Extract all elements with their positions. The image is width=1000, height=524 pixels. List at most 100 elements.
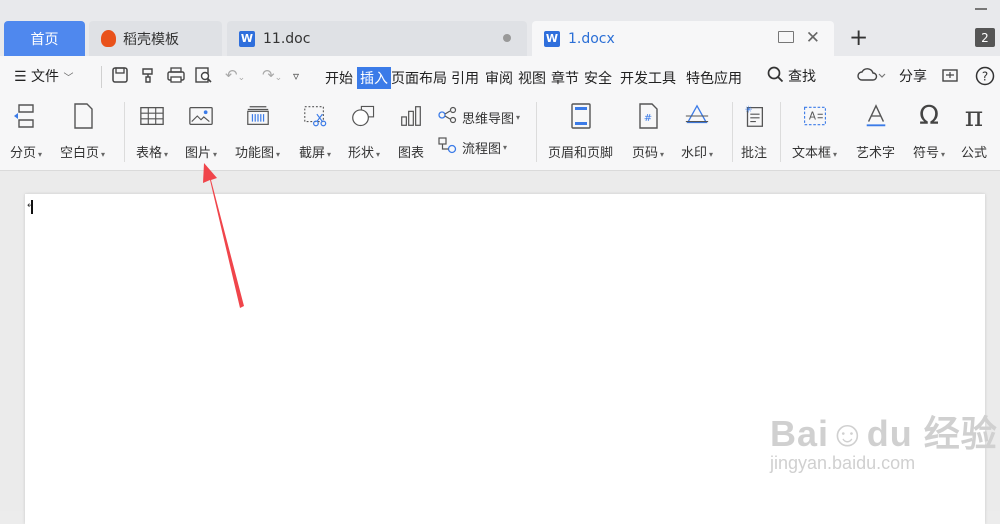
baidu-watermark: Bai☺du 经验 jingyan.baidu.com bbox=[770, 405, 998, 474]
divider bbox=[732, 102, 733, 162]
divider bbox=[124, 102, 125, 162]
monitor-icon[interactable] bbox=[778, 31, 794, 43]
header-footer-label: 页眉和页脚 bbox=[548, 146, 614, 161]
comment-icon: ✳ bbox=[741, 102, 767, 130]
daoke-logo-icon bbox=[101, 30, 116, 47]
svg-text:#: # bbox=[644, 113, 652, 124]
bar-chart-icon bbox=[398, 102, 424, 130]
tab-label: 11.doc bbox=[263, 30, 311, 47]
textbox-icon: A bbox=[802, 102, 828, 130]
file-menu[interactable]: ☰ 文件 ﹀ bbox=[14, 66, 73, 86]
page-number-button[interactable]: # 页码 ▾ bbox=[632, 102, 664, 161]
new-tab-button[interactable]: + bbox=[849, 25, 868, 51]
minimize-icon[interactable] bbox=[975, 8, 987, 10]
formula-button[interactable]: π 公式 bbox=[961, 100, 988, 162]
tab-home[interactable]: 首页 bbox=[4, 21, 85, 56]
watermark-icon bbox=[684, 102, 710, 130]
word-art-icon bbox=[863, 102, 889, 130]
format-painter-icon[interactable] bbox=[139, 66, 157, 88]
collapse-ribbon-icon[interactable] bbox=[940, 66, 960, 88]
flowchart-icon bbox=[437, 136, 459, 158]
menu-tab-6[interactable]: 章节 bbox=[551, 68, 579, 88]
print-icon[interactable] bbox=[166, 66, 186, 88]
header-footer-icon bbox=[568, 102, 594, 130]
search-label[interactable]: 查找 bbox=[788, 66, 816, 86]
watermark-button[interactable]: 水印 ▾ bbox=[681, 102, 713, 161]
chart-button[interactable]: 图表 bbox=[398, 102, 424, 161]
picture-label: 图片 bbox=[185, 146, 212, 161]
symbol-label: 符号 bbox=[913, 146, 940, 161]
omega-icon: Ω bbox=[919, 101, 939, 131]
formula-label: 公式 bbox=[961, 146, 988, 161]
svg-text:✳: ✳ bbox=[745, 104, 753, 115]
table-button[interactable]: 表格 ▾ bbox=[136, 102, 168, 161]
menu-tab-9[interactable]: 特色应用 bbox=[686, 68, 742, 88]
divider bbox=[536, 102, 537, 162]
screenshot-label: 截屏 bbox=[299, 146, 326, 161]
divider bbox=[780, 102, 781, 162]
save-icon[interactable] bbox=[111, 66, 129, 88]
tab-document-1[interactable]: W 1.docx ✕ bbox=[532, 21, 834, 56]
hamburger-icon: ☰ bbox=[14, 69, 27, 85]
svg-text:A: A bbox=[808, 110, 816, 122]
menu-tab-5[interactable]: 视图 bbox=[518, 68, 546, 88]
watermark-brand: Bai☺du 经验 bbox=[770, 413, 998, 454]
mind-map-button[interactable]: 思维导图 ▾ bbox=[437, 106, 520, 128]
shape-label: 形状 bbox=[348, 146, 375, 161]
menu-tab-4[interactable]: 审阅 bbox=[485, 68, 513, 88]
screenshot-button[interactable]: 截屏 ▾ bbox=[299, 102, 331, 161]
page-break-label: 分页 bbox=[10, 146, 37, 161]
tab-label: 稻壳模板 bbox=[123, 31, 179, 48]
blank-page-icon bbox=[70, 102, 96, 130]
function-chart-button[interactable]: 功能图 ▾ bbox=[235, 102, 280, 161]
symbol-button[interactable]: Ω 符号 ▾ bbox=[913, 101, 945, 161]
header-footer-button[interactable]: 页眉和页脚 bbox=[548, 102, 613, 161]
close-tab-icon[interactable]: ✕ bbox=[806, 28, 820, 48]
menu-tab-2[interactable]: 页面布局 bbox=[391, 68, 447, 88]
page-number-label: 页码 bbox=[632, 146, 659, 161]
function-chart-label: 功能图 bbox=[235, 146, 275, 161]
share-button[interactable]: 分享 bbox=[899, 66, 927, 86]
textbox-button[interactable]: A 文本框 ▾ bbox=[792, 102, 837, 161]
menu-tab-0[interactable]: 开始 bbox=[325, 68, 353, 88]
word-art-button[interactable]: 艺术字 bbox=[856, 102, 895, 161]
textbox-label: 文本框 bbox=[792, 146, 832, 161]
chevron-down-icon: ﹀ bbox=[63, 73, 74, 84]
tab-document-11[interactable]: W 11.doc bbox=[227, 21, 527, 56]
comment-label: 批注 bbox=[741, 146, 768, 161]
picture-icon bbox=[188, 102, 214, 130]
page-break-icon bbox=[13, 102, 39, 130]
tab-home-label: 首页 bbox=[30, 31, 59, 48]
blank-page-button[interactable]: 空白页 ▾ bbox=[60, 102, 105, 161]
table-icon bbox=[139, 102, 165, 130]
mind-map-label: 思维导图 bbox=[462, 111, 515, 127]
word-doc-icon: W bbox=[239, 30, 255, 47]
undo-icon[interactable]: ↶⌄ bbox=[225, 66, 245, 84]
text-caret bbox=[31, 200, 33, 214]
menu-tab-3[interactable]: 引用 bbox=[451, 68, 479, 88]
menu-tab-1[interactable]: 插入 bbox=[357, 67, 391, 89]
unsaved-dot-icon bbox=[503, 34, 511, 42]
word-doc-icon: W bbox=[544, 30, 560, 47]
search-icon[interactable] bbox=[767, 66, 784, 87]
print-preview-icon[interactable] bbox=[194, 66, 214, 88]
menu-tab-8[interactable]: 开发工具 bbox=[620, 68, 676, 88]
tab-daoke-templates[interactable]: 稻壳模板 bbox=[89, 21, 222, 56]
help-icon[interactable]: ? bbox=[975, 66, 995, 90]
cloud-sync-icon[interactable] bbox=[856, 66, 886, 88]
flowchart-label: 流程图 bbox=[462, 141, 502, 157]
redo-icon[interactable]: ↷⌄ bbox=[262, 66, 282, 84]
menu-tab-7[interactable]: 安全 bbox=[584, 68, 612, 88]
barcode-icon bbox=[245, 102, 271, 130]
page-number-icon: # bbox=[635, 102, 661, 130]
comment-button[interactable]: ✳ 批注 bbox=[741, 102, 767, 161]
customize-quick-access-icon[interactable]: ▿ bbox=[293, 69, 299, 83]
document-page[interactable]: ↵ bbox=[25, 194, 985, 524]
shape-button[interactable]: 形状 ▾ bbox=[348, 102, 380, 161]
shape-icon bbox=[351, 102, 377, 130]
table-label: 表格 bbox=[136, 146, 163, 161]
page-break-button[interactable]: 分页 ▾ bbox=[10, 102, 42, 161]
picture-button[interactable]: 图片 ▾ bbox=[185, 102, 217, 161]
window-count-badge[interactable]: 2 bbox=[975, 28, 995, 47]
flowchart-button[interactable]: 流程图 ▾ bbox=[437, 136, 507, 158]
